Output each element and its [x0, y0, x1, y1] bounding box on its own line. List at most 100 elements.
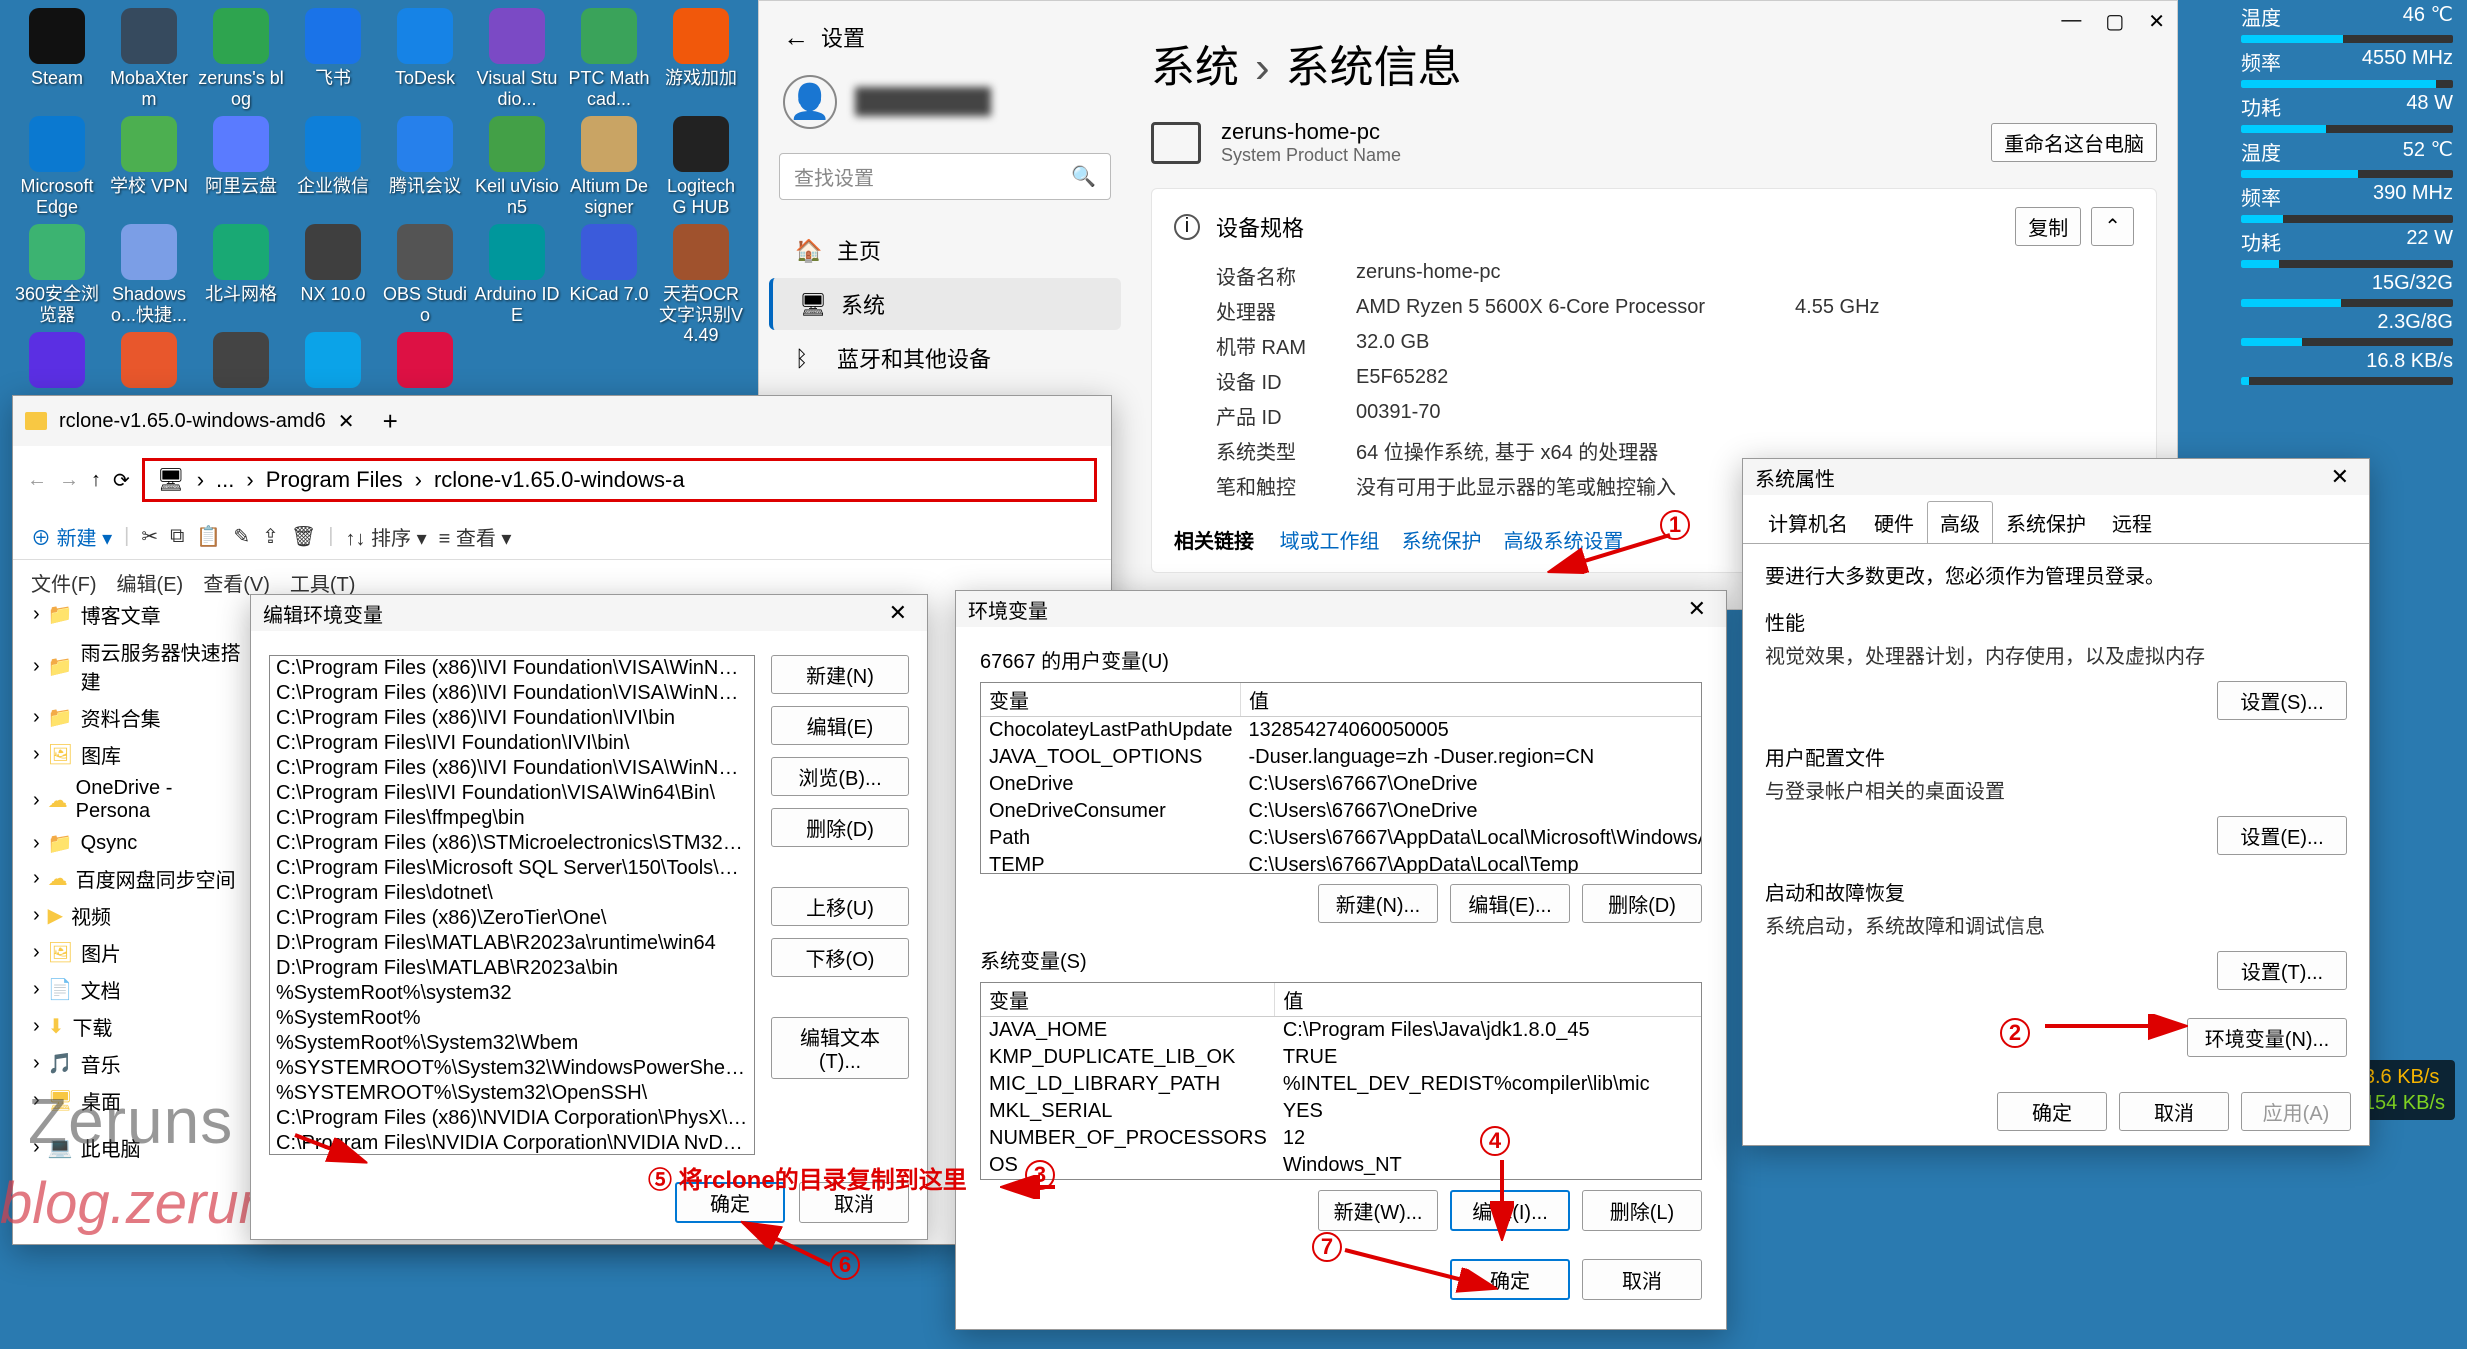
path-entry[interactable]: C:\Program Files\dotnet\	[270, 881, 754, 906]
path-entry[interactable]: D:\Program Files\MATLAB\R2023a\bin	[270, 956, 754, 981]
sidebar-folder[interactable]: ›📁资料合集	[25, 699, 257, 736]
col-variable[interactable]: 变量	[981, 983, 1275, 1017]
desktop-icon[interactable]	[382, 332, 468, 392]
menu-tools[interactable]: 工具(T)	[290, 568, 356, 597]
delete-button[interactable]: 删除(D)	[771, 808, 909, 847]
desktop-icon[interactable]: MobaXterm	[106, 8, 192, 109]
related-link[interactable]: 域或工作组	[1280, 531, 1380, 553]
tab[interactable]: 硬件	[1861, 501, 1927, 543]
profile-settings-button[interactable]: 设置(E)...	[2217, 816, 2347, 855]
path-entry[interactable]: C:\Program Files\Microsoft SQL Server\15…	[270, 856, 754, 881]
sidebar-folder[interactable]: ›▶视频	[25, 897, 257, 934]
desktop-icon[interactable]	[106, 332, 192, 392]
desktop-icon[interactable]: Keil uVision5	[474, 116, 560, 217]
sidebar-folder[interactable]: ›⬇下载	[25, 1008, 257, 1045]
desktop-icon[interactable]	[198, 332, 284, 392]
browse-button[interactable]: 浏览(B)...	[771, 757, 909, 796]
path-entry[interactable]: C:\Program Files (x86)\ZeroTier\One\	[270, 906, 754, 931]
desktop-icon[interactable]: 天若OCR文字识别V4.49	[658, 224, 744, 346]
desktop-icon[interactable]	[290, 332, 376, 392]
new-button[interactable]: 新建(N)	[771, 655, 909, 694]
tab[interactable]: 远程	[2099, 501, 2165, 543]
menu-edit[interactable]: 编辑(E)	[117, 568, 184, 597]
path-entry[interactable]: C:\Program Files (x86)\IVI Foundation\VI…	[270, 681, 754, 706]
cancel-button[interactable]: 取消	[1582, 1259, 1702, 1300]
edit-button[interactable]: 编辑(E)	[771, 706, 909, 745]
desktop-icon[interactable]: Steam	[14, 8, 100, 89]
sidebar-folder[interactable]: ›☁OneDrive - Persona	[25, 773, 257, 827]
path-entry[interactable]: %SYSTEMROOT%\System32\WindowsPowerShell\…	[270, 1056, 754, 1081]
tab-title[interactable]: rclone-v1.65.0-windows-amd6	[59, 410, 326, 433]
sys-delete-button[interactable]: 删除(L)	[1582, 1190, 1702, 1231]
desktop-icon[interactable]: 北斗网格	[198, 224, 284, 305]
desktop-icon[interactable]: Microsoft Edge	[14, 116, 100, 217]
table-row[interactable]: MIC_LD_LIBRARY_PATH%INTEL_DEV_REDIST%com…	[981, 1071, 1702, 1098]
sidebar-folder[interactable]: ›🖼图库	[25, 736, 257, 773]
path-entry[interactable]: D:\Program Files\MATLAB\R2023a\runtime\w…	[270, 931, 754, 956]
user-new-button[interactable]: 新建(N)...	[1318, 884, 1438, 923]
sidebar-folder[interactable]: ›📄文档	[25, 971, 257, 1008]
tab-close-icon[interactable]: ✕	[338, 409, 355, 434]
desktop-icon[interactable]: 游戏加加	[658, 8, 744, 89]
path-entry[interactable]: C:\Program Files (x86)\STMicroelectronic…	[270, 831, 754, 856]
settings-search[interactable]: 查找设置 🔍	[779, 153, 1111, 200]
tab[interactable]: 系统保护	[1993, 501, 2099, 543]
col-value[interactable]: 值	[1241, 683, 1703, 717]
col-value[interactable]: 值	[1275, 983, 1702, 1017]
paste-icon[interactable]: 📋	[196, 524, 221, 549]
col-variable[interactable]: 变量	[981, 683, 1241, 717]
desktop-icon[interactable]: 企业微信	[290, 116, 376, 197]
desktop-icon[interactable]: PTC Mathcad...	[566, 8, 652, 109]
perf-settings-button[interactable]: 设置(S)...	[2217, 681, 2347, 720]
table-row[interactable]: MKL_SERIALYES	[981, 1098, 1702, 1125]
nav-back-button[interactable]: ←	[27, 469, 47, 492]
table-row[interactable]: KMP_DUPLICATE_LIB_OKTRUE	[981, 1044, 1702, 1071]
related-link[interactable]: 系统保护	[1402, 531, 1482, 553]
close-icon[interactable]: ✕	[881, 598, 915, 628]
settings-nav-item[interactable]: ᛒ蓝牙和其他设备	[769, 332, 1121, 384]
path-entry[interactable]: C:\Program Files\IVI Foundation\VISA\Win…	[270, 781, 754, 806]
search-input[interactable]: 查找设置	[794, 162, 1063, 191]
desktop-icon[interactable]: 阿里云盘	[198, 116, 284, 197]
path-entry[interactable]: %SystemRoot%\system32	[270, 981, 754, 1006]
back-button[interactable]: ←	[783, 22, 809, 53]
desktop-icon[interactable]: 学校 VPN	[106, 116, 192, 197]
new-button[interactable]: ⊕ 新建 ▾	[31, 522, 112, 551]
cancel-button[interactable]: 取消	[2119, 1092, 2229, 1131]
table-row[interactable]: ChocolateyLastPathUpdate1328542740600500…	[981, 717, 1702, 745]
tab[interactable]: 计算机名	[1755, 501, 1861, 543]
desktop-icon[interactable]: NX 10.0	[290, 224, 376, 305]
nav-forward-button[interactable]: →	[59, 469, 79, 492]
desktop-icon[interactable]: 腾讯会议	[382, 116, 468, 197]
new-tab-button[interactable]: +	[383, 406, 398, 437]
user-edit-button[interactable]: 编辑(E)...	[1450, 884, 1570, 923]
sys-new-button[interactable]: 新建(W)...	[1318, 1190, 1438, 1231]
desktop-icon[interactable]: Shadowso...快捷...	[106, 224, 192, 325]
sidebar-folder[interactable]: ›📁博客文章	[25, 596, 257, 633]
view-button[interactable]: ≡ 查看 ▾	[439, 522, 512, 551]
menu-view[interactable]: 查看(V)	[203, 568, 270, 597]
close-icon[interactable]: ✕	[1680, 594, 1714, 624]
share-icon[interactable]: ⇪	[262, 524, 279, 549]
sort-button[interactable]: ↑↓ 排序 ▾	[345, 522, 426, 551]
desktop-icon[interactable]: Altium Designer	[566, 116, 652, 217]
path-entry[interactable]: C:\Program Files\ffmpeg\bin	[270, 806, 754, 831]
table-row[interactable]: OneDriveConsumerC:\Users\67667\OneDrive	[981, 798, 1702, 825]
sidebar-folder[interactable]: ›📁Qsync	[25, 827, 257, 860]
path-entry[interactable]: %SystemRoot%\System32\Wbem	[270, 1031, 754, 1056]
path-entry[interactable]: C:\Program Files (x86)\IVI Foundation\VI…	[270, 656, 754, 681]
table-row[interactable]: JAVA_HOMEC:\Program Files\Java\jdk1.8.0_…	[981, 1017, 1702, 1045]
address-bar[interactable]: 🖥 › ... › Program Files › rclone-v1.65.0…	[142, 458, 1097, 502]
path-entry[interactable]: C:\Program Files (x86)\IVI Foundation\IV…	[270, 706, 754, 731]
menu-file[interactable]: 文件(F)	[31, 568, 97, 597]
desktop-icon[interactable]: Visual Studio...	[474, 8, 560, 109]
move-down-button[interactable]: 下移(O)	[771, 938, 909, 977]
table-row[interactable]: PathC:\Users\67667\AppData\Local\Microso…	[981, 825, 1702, 852]
table-row[interactable]: OneDriveC:\Users\67667\OneDrive	[981, 771, 1702, 798]
delete-icon[interactable]: 🗑	[291, 524, 316, 549]
nav-up-button[interactable]: ↑	[91, 469, 101, 492]
env-vars-button[interactable]: 环境变量(N)...	[2187, 1018, 2347, 1057]
close-icon[interactable]	[1083, 419, 1099, 423]
rename-icon[interactable]: ✎	[233, 524, 250, 549]
desktop-icon[interactable]	[14, 332, 100, 392]
